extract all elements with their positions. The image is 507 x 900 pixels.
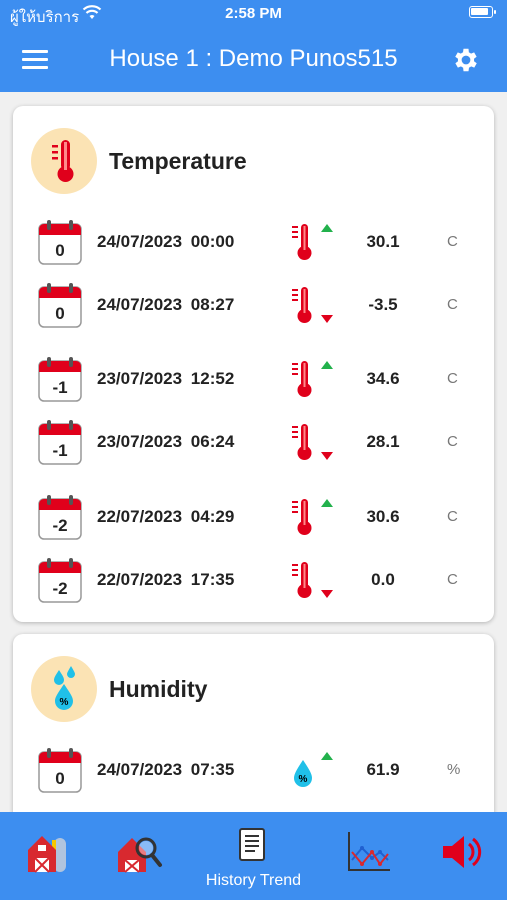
reading-datetime: 23/07/2023 06:24 bbox=[97, 432, 235, 451]
temperature-row: 0 24/07/2023 08:27 -3.5 C bbox=[37, 281, 477, 331]
reading-datetime: 22/07/2023 04:29 bbox=[97, 507, 235, 526]
reading-unit: C bbox=[447, 233, 458, 250]
reading-unit: % bbox=[447, 761, 461, 778]
reading-value: 30.1 bbox=[366, 232, 400, 251]
reading-datetime: 24/07/2023 07:35 bbox=[97, 760, 235, 779]
svg-text:0: 0 bbox=[55, 241, 64, 260]
humidity-row: 0 24/07/2023 07:35% 61.9% bbox=[37, 746, 477, 796]
svg-text:-2: -2 bbox=[52, 516, 67, 535]
thermometer-icon bbox=[31, 128, 97, 194]
clock: 2:58 PM bbox=[225, 5, 282, 22]
reading-value: 30.6 bbox=[366, 507, 400, 526]
gear-icon[interactable] bbox=[451, 45, 481, 75]
calendar-icon: -1 bbox=[37, 418, 83, 466]
svg-text:-2: -2 bbox=[52, 579, 67, 598]
thermometer-trend-up-icon bbox=[287, 357, 339, 401]
reading-datetime: 22/07/2023 17:35 bbox=[97, 570, 235, 589]
reading-unit: C bbox=[447, 296, 458, 313]
temperature-row: -1 23/07/2023 12:52 34.6 C bbox=[37, 355, 477, 405]
thermometer-trend-down-icon bbox=[287, 558, 339, 602]
calendar-icon: -2 bbox=[37, 556, 83, 604]
reading-datetime: 24/07/2023 08:27 bbox=[97, 295, 235, 314]
trend-chart-icon[interactable] bbox=[346, 830, 392, 879]
temperature-title: Temperature bbox=[109, 148, 247, 174]
bottom-tab-bar: History Trend bbox=[0, 812, 507, 900]
tab-history-trend-label[interactable]: History Trend bbox=[0, 872, 507, 890]
calendar-icon: 0 bbox=[37, 218, 83, 266]
speaker-icon[interactable] bbox=[440, 830, 484, 879]
svg-text:-1: -1 bbox=[52, 441, 67, 460]
reading-value: 0.0 bbox=[371, 570, 395, 589]
reading-datetime: 24/07/2023 00:00 bbox=[97, 232, 235, 251]
reading-value: -3.5 bbox=[368, 295, 398, 314]
temperature-row: 0 24/07/2023 00:00 30.1 C bbox=[37, 218, 477, 268]
thermometer-trend-down-icon bbox=[287, 283, 339, 327]
app-bar: House 1 : Demo Punos515 bbox=[0, 28, 507, 92]
reading-value: 34.6 bbox=[366, 369, 400, 388]
content-scroll[interactable]: Temperature 0 24/07/2023 00:00 30.1 C 0 24/0… bbox=[0, 92, 507, 812]
page-title: House 1 : Demo Punos515 bbox=[109, 45, 398, 72]
svg-text:0: 0 bbox=[55, 769, 64, 788]
reading-unit: C bbox=[447, 370, 458, 387]
svg-text:0: 0 bbox=[55, 304, 64, 323]
thermometer-trend-down-icon bbox=[287, 420, 339, 464]
reading-value: 28.1 bbox=[366, 432, 400, 451]
reading-unit: C bbox=[447, 433, 458, 450]
reading-value: 61.9 bbox=[366, 760, 400, 779]
thermometer-trend-up-icon bbox=[287, 495, 339, 539]
humidity-card: % Humidity 0 24/07/2023 07:35% 61.9% bbox=[13, 634, 494, 812]
temperature-row: -1 23/07/2023 06:24 28.1 C bbox=[37, 418, 477, 468]
battery-icon bbox=[469, 6, 496, 18]
humidity-trend-up-icon: % bbox=[287, 748, 339, 792]
status-bar: ผู้ให้บริการ 2:58 PM bbox=[0, 0, 507, 28]
svg-text:-1: -1 bbox=[52, 378, 67, 397]
reading-unit: C bbox=[447, 571, 458, 588]
history-document-icon[interactable] bbox=[239, 828, 267, 867]
svg-text:%: % bbox=[299, 774, 308, 785]
calendar-icon: -1 bbox=[37, 355, 83, 403]
reading-unit: C bbox=[447, 508, 458, 525]
calendar-icon: 0 bbox=[37, 746, 83, 794]
temperature-row: -2 22/07/2023 17:35 0.0 C bbox=[37, 556, 477, 606]
temperature-card: Temperature 0 24/07/2023 00:00 30.1 C 0 24/0… bbox=[13, 106, 494, 622]
thermometer-trend-up-icon bbox=[287, 220, 339, 264]
svg-text:%: % bbox=[60, 697, 69, 708]
temperature-row: -2 22/07/2023 04:29 30.6 C bbox=[37, 493, 477, 543]
humidity-title: Humidity bbox=[109, 676, 208, 702]
calendar-icon: 0 bbox=[37, 281, 83, 329]
humidity-drop-icon: % bbox=[31, 656, 97, 722]
reading-datetime: 23/07/2023 12:52 bbox=[97, 369, 235, 388]
calendar-icon: -2 bbox=[37, 493, 83, 541]
